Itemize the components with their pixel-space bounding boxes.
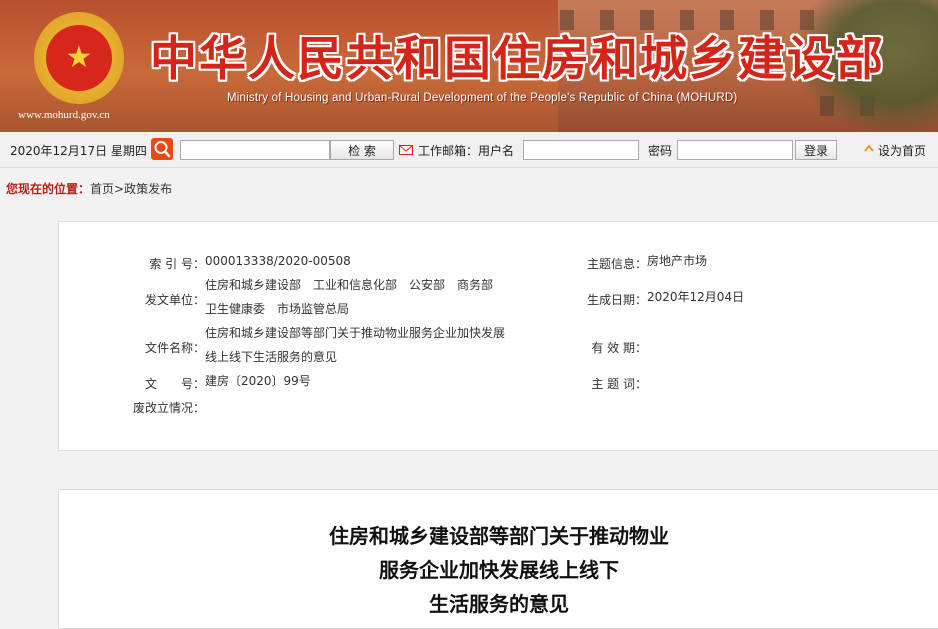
set-homepage-link[interactable]: 设为首页 [878,142,926,159]
issuer-label: 发文单位： [144,293,205,307]
site-url[interactable]: www.mohurd.gov.cn [18,109,110,121]
search-input[interactable] [180,140,330,160]
date-label: 生成日期： [586,293,647,307]
article-panel: 住房和城乡建设部等部门关于推动物业 服务企业加快发展线上线下 生活服务的意见 [58,489,938,629]
docno-label: 文 号： [144,377,205,391]
breadcrumb-label: 您现在的位置： [6,182,91,196]
article-title-line: 服务企业加快发展线上线下 [379,558,619,582]
issuer-line: 住房和城乡建设部 工业和信息化部 公安部 商务部 [205,278,494,292]
national-emblem-icon[interactable]: ★ [34,12,124,104]
mail-icon [399,144,413,155]
password-input[interactable] [677,140,793,160]
index-label: 索 引 号： [149,257,205,271]
current-date: 2020年12月17日 星期四 [10,144,147,158]
issuer-value: 住房和城乡建设部 工业和信息化部 公安部 商务部 卫生健康委 市场监管总局 [205,273,493,321]
chevron-up-icon [863,143,875,155]
docname-line: 住房和城乡建设部等部门关于推动物业服务企业加快发展 [205,326,506,340]
topic-label: 主题信息： [586,257,647,271]
site-banner: ★ www.mohurd.gov.cn 中华人民共和国住房和城乡建设部 Mini… [0,0,938,132]
breadcrumb-path[interactable]: 首页>政策发布 [90,182,172,196]
docname-line: 线上线下生活服务的意见 [205,350,338,364]
document-info-panel: 索 引 号： 000013338/2020-00508 发文单位： 住房和城乡建… [58,221,938,451]
article-title-line: 住房和城乡建设部等部门关于推动物业 [329,524,669,548]
index-value: 000013338/2020-00508 [205,254,351,268]
site-title-english: Ministry of Housing and Urban-Rural Deve… [227,92,738,104]
site-title: 中华人民共和国住房和城乡建设部 [150,32,885,87]
status-label: 废改立情况： [132,401,205,415]
search-button[interactable]: 检 索 [330,140,394,160]
password-label: 密码 [648,144,673,158]
validity-label: 有 效 期： [591,341,647,355]
username-input[interactable] [523,140,639,160]
mail-label: 工作邮箱：用户名 [418,144,515,158]
login-button[interactable]: 登录 [795,140,837,160]
docname-label: 文件名称： [144,341,205,355]
docname-value: 住房和城乡建设部等部门关于推动物业服务企业加快发展 线上线下生活服务的意见 [205,321,505,369]
issuer-line: 卫生健康委 市场监管总局 [205,302,350,316]
keywords-label: 主 题 词： [591,377,647,391]
docno-value: 建房〔2020〕99号 [205,374,311,388]
topic-value: 房地产市场 [647,254,708,268]
article-title-line: 生活服务的意见 [429,592,569,616]
top-toolbar: 2020年12月17日 星期四 检 索 工作邮箱：用户名 密码 登录 设为首页 [0,133,938,168]
breadcrumb: 您现在的位置：首页>政策发布 [6,180,172,197]
search-icon[interactable] [151,138,173,160]
date-value: 2020年12月04日 [647,290,745,304]
